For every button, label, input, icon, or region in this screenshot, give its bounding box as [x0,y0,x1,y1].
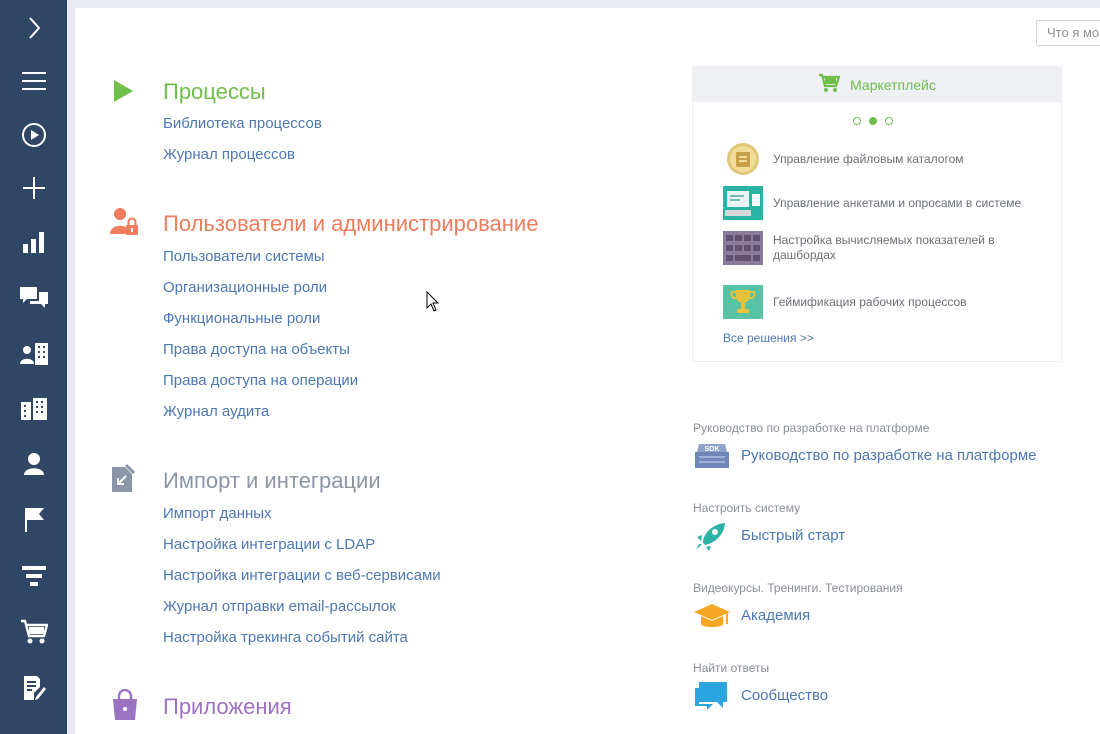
marketplace-item[interactable]: Геймификация рабочих процессов [723,285,1053,319]
flag-icon[interactable] [0,496,67,544]
marketplace-item[interactable]: Управление анкетами и опросами в системе [723,186,1053,220]
play-triangle-icon [109,78,135,109]
plus-icon[interactable] [0,164,67,212]
mouse-cursor-icon [426,290,440,318]
link-process-log[interactable]: Журнал процессов [163,146,295,164]
user-lock-icon [109,206,141,243]
marketplace-item-text: Управление файловым каталогом [773,151,964,166]
link-functional-roles[interactable]: Функциональные роли [163,310,320,328]
resource-caption: Настроить систему [693,501,801,515]
community-chat-icon [693,680,729,717]
link-email-log[interactable]: Журнал отправки email-рассылок [163,598,396,616]
funnel-icon[interactable] [0,552,67,600]
marketplace-item-text: Настройка вычисляемых показателей в дашб… [773,233,995,262]
survey-icon [723,186,763,220]
play-circle-icon[interactable] [0,111,67,159]
svg-text:SDK: SDK [705,446,720,453]
search-input[interactable]: Что я мо [1036,20,1100,46]
link-system-users[interactable]: Пользователи системы [163,248,325,266]
carousel-dots [853,117,893,125]
section-title-processes: Процессы [163,79,266,104]
building-icon[interactable] [0,385,67,433]
link-academy[interactable]: Академия [741,607,810,624]
sidebar [0,0,67,734]
main-content: Что я мо Процессы Библиотека процессов Ж… [75,8,1100,734]
carousel-dot[interactable] [885,117,893,125]
link-object-access[interactable]: Права доступа на объекты [163,341,350,359]
chat-icon[interactable] [0,274,67,322]
link-operation-access[interactable]: Права доступа на операции [163,372,358,390]
marketplace-panel: Маркетплейс Управление файловым каталого… [692,66,1062,362]
link-quick-start[interactable]: Быстрый старт [741,527,845,544]
link-web-services[interactable]: Настройка интеграции с веб-сервисами [163,567,441,585]
marketplace-title: Маркетплейс [850,76,936,93]
import-icon [111,463,136,498]
resource-caption: Руководство по разработке на платформе [693,421,930,435]
resource-caption: Видеокурсы. Тренинги. Тестирования [693,581,903,595]
trophy-icon [723,285,763,319]
marketplace-item[interactable]: Настройка вычисляемых показателей в дашб… [723,231,1053,265]
section-title-users-admin: Пользователи и администрирование [163,211,539,236]
marketplace-item-text: Управление анкетами и опросами в системе [773,195,1022,210]
marketplace-header[interactable]: Маркетплейс [693,67,1061,102]
contacts-building-icon[interactable] [0,330,67,378]
graduation-cap-icon [693,602,731,637]
file-catalog-icon [723,142,763,176]
carousel-dot-active[interactable] [869,117,877,125]
link-org-roles[interactable]: Организационные роли [163,279,327,297]
link-audit-log[interactable]: Журнал аудита [163,403,269,421]
link-site-tracking[interactable]: Настройка трекинга событий сайта [163,629,408,647]
carousel-dot[interactable] [853,117,861,125]
menu-icon[interactable] [0,57,67,105]
marketplace-item[interactable]: Управление файловым каталогом [723,142,1053,176]
link-dev-guide[interactable]: Руководство по разработке на платформе [741,447,1036,464]
chevron-right-icon[interactable] [0,4,67,52]
rocket-icon [693,521,727,558]
document-edit-icon[interactable] [0,664,67,712]
link-community[interactable]: Сообщество [741,687,828,704]
all-solutions-link[interactable]: Все решения >> [723,331,814,345]
keyboard-icon [723,231,763,265]
bar-chart-icon[interactable] [0,218,67,266]
sdk-icon: SDK [693,442,731,475]
link-ldap[interactable]: Настройка интеграции с LDAP [163,536,375,554]
marketplace-item-text: Геймификация рабочих процессов [773,294,967,309]
person-icon[interactable] [0,440,67,488]
section-title-apps: Приложения [163,694,292,719]
link-data-import[interactable]: Импорт данных [163,505,272,523]
cart-icon [818,73,841,96]
resource-caption: Найти ответы [693,661,770,675]
shopping-bag-icon [111,688,139,726]
cart-icon[interactable] [0,608,67,656]
section-title-import: Импорт и интеграции [163,468,381,493]
link-process-library[interactable]: Библиотека процессов [163,115,322,133]
